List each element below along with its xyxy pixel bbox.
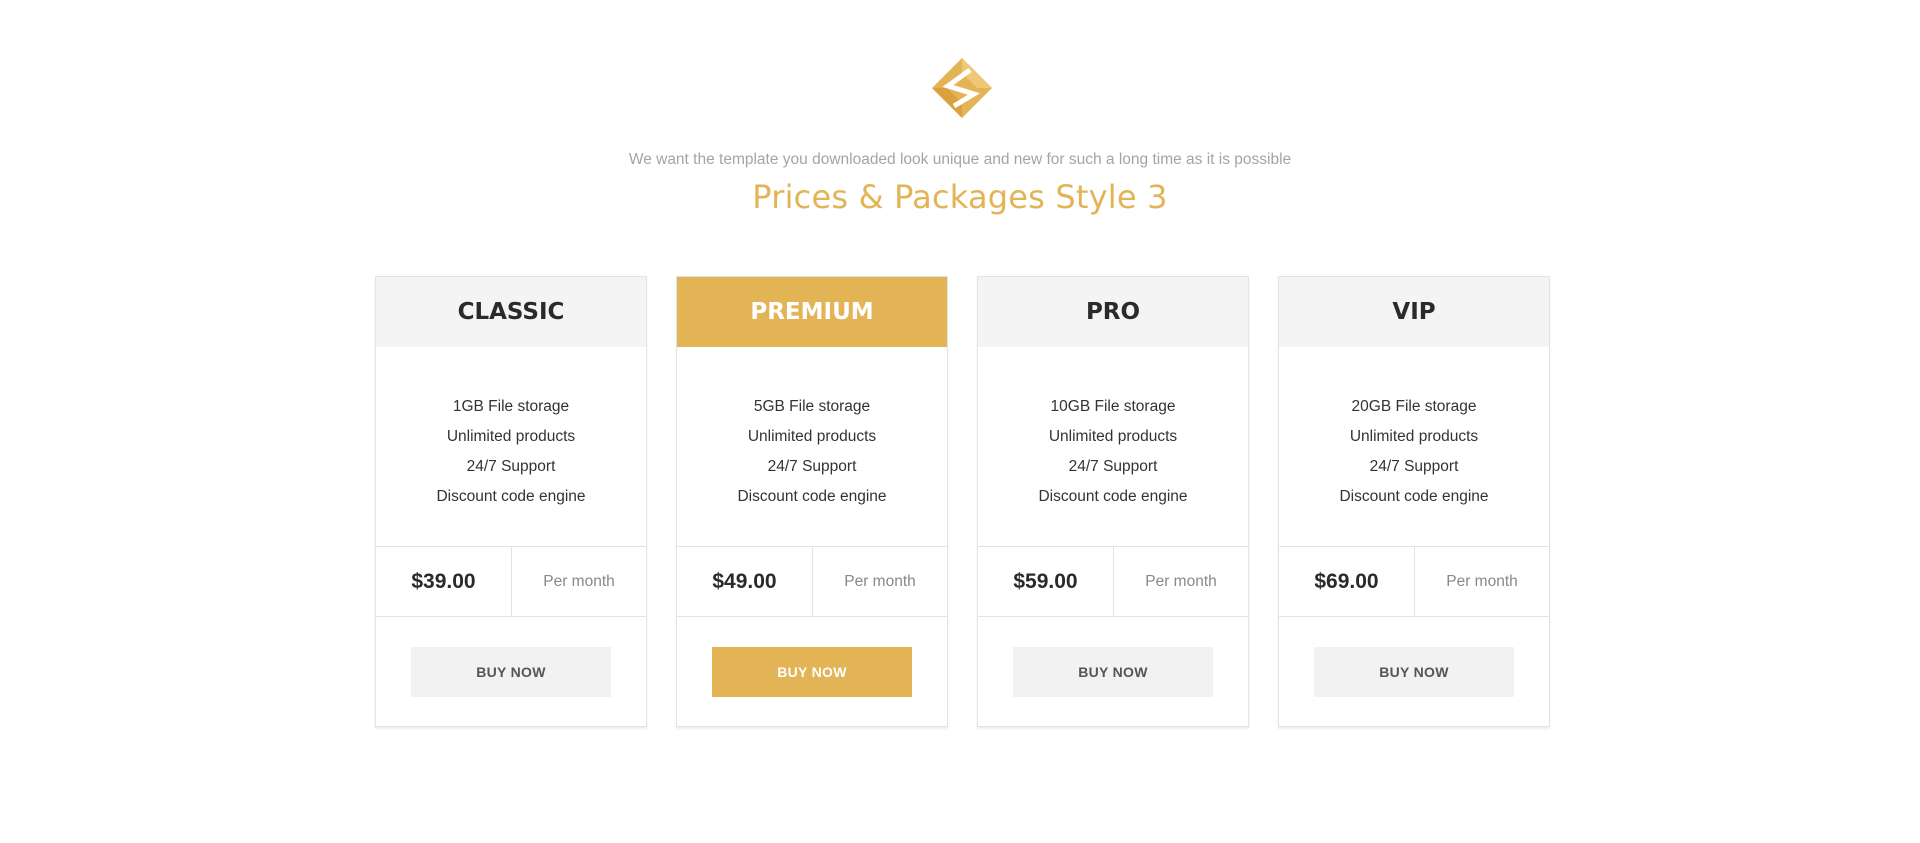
plan-name: PREMIUM — [677, 277, 947, 347]
feature-item: 20GB File storage — [1351, 398, 1477, 415]
price-row: $39.00 Per month — [376, 547, 646, 617]
plan-period: Per month — [1145, 572, 1217, 590]
buy-now-button[interactable]: BUY NOW — [1314, 646, 1514, 697]
price-row: $59.00 Per month — [978, 547, 1248, 617]
feature-item: Discount code engine — [1038, 488, 1188, 505]
plan-name: CLASSIC — [376, 277, 646, 347]
feature-list: 1GB File storage Unlimited products 24/7… — [376, 347, 646, 547]
feature-item: 24/7 Support — [767, 458, 857, 475]
pricing-page: We want the template you downloaded look… — [0, 0, 1920, 843]
plan-price: $39.00 — [376, 547, 512, 616]
plan-card-pro: PRO 10GB File storage Unlimited products… — [977, 276, 1249, 727]
plan-name: VIP — [1279, 277, 1549, 347]
feature-item: Unlimited products — [446, 428, 576, 445]
pricing-cards: CLASSIC 1GB File storage Unlimited produ… — [375, 276, 1550, 727]
buy-area: BUY NOW — [376, 617, 646, 726]
feature-item: Discount code engine — [737, 488, 887, 505]
feature-item: Discount code engine — [1339, 488, 1489, 505]
section-subtitle: We want the template you downloaded look… — [628, 151, 1292, 168]
feature-item: 5GB File storage — [753, 398, 871, 415]
feature-item: Unlimited products — [1349, 428, 1479, 445]
feature-item: 10GB File storage — [1050, 398, 1176, 415]
buy-area: BUY NOW — [677, 617, 947, 726]
buy-now-button[interactable]: BUY NOW — [1013, 646, 1213, 697]
stack-logo-icon — [930, 56, 994, 120]
feature-list: 10GB File storage Unlimited products 24/… — [978, 347, 1248, 547]
buy-now-button[interactable]: BUY NOW — [712, 646, 912, 697]
plan-price: $49.00 — [677, 547, 813, 616]
plan-card-vip: VIP 20GB File storage Unlimited products… — [1278, 276, 1550, 727]
plan-card-premium: PREMIUM 5GB File storage Unlimited produ… — [676, 276, 948, 727]
feature-list: 20GB File storage Unlimited products 24/… — [1279, 347, 1549, 547]
feature-item: 1GB File storage — [452, 398, 570, 415]
plan-period: Per month — [543, 572, 615, 590]
buy-area: BUY NOW — [978, 617, 1248, 726]
price-row: $49.00 Per month — [677, 547, 947, 617]
feature-item: 24/7 Support — [466, 458, 556, 475]
plan-name: PRO — [978, 277, 1248, 347]
section-title: Prices & Packages Style 3 — [752, 178, 1168, 216]
plan-period: Per month — [844, 572, 916, 590]
feature-list: 5GB File storage Unlimited products 24/7… — [677, 347, 947, 547]
feature-item: Unlimited products — [747, 428, 877, 445]
plan-price: $69.00 — [1279, 547, 1415, 616]
plan-price: $59.00 — [978, 547, 1114, 616]
buy-area: BUY NOW — [1279, 617, 1549, 726]
plan-period: Per month — [1446, 572, 1518, 590]
feature-item: Discount code engine — [436, 488, 586, 505]
plan-card-classic: CLASSIC 1GB File storage Unlimited produ… — [375, 276, 647, 727]
feature-item: 24/7 Support — [1068, 458, 1158, 475]
buy-now-button[interactable]: BUY NOW — [411, 646, 611, 697]
feature-item: Unlimited products — [1048, 428, 1178, 445]
feature-item: 24/7 Support — [1369, 458, 1459, 475]
price-row: $69.00 Per month — [1279, 547, 1549, 617]
